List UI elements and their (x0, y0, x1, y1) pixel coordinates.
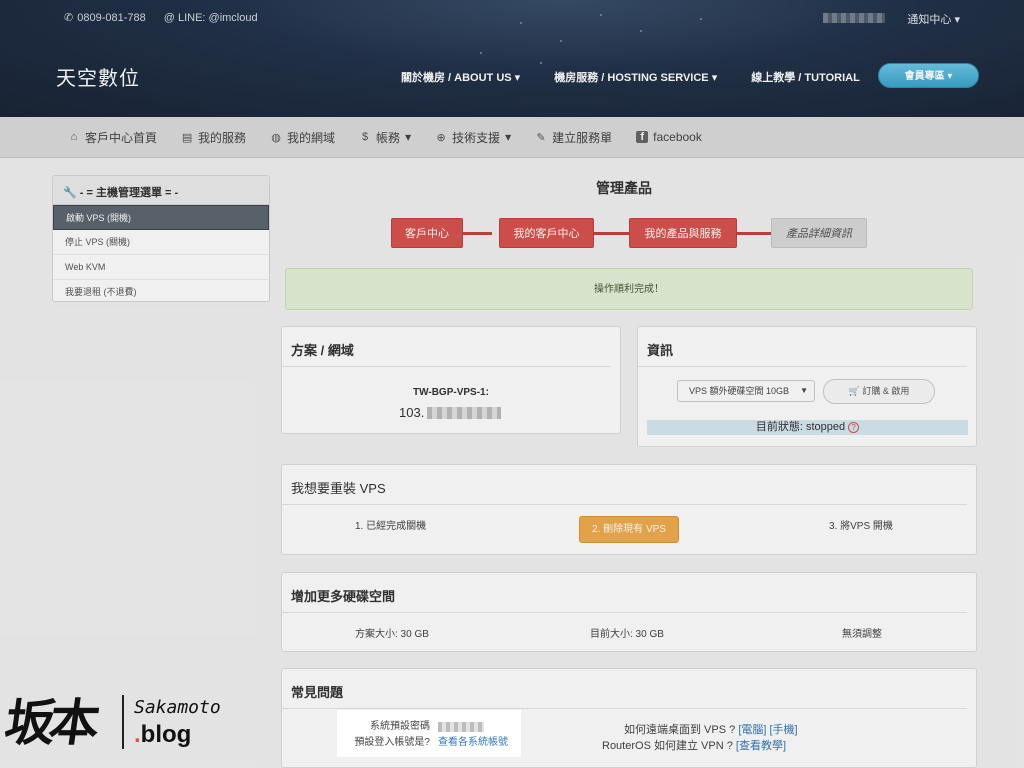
main-nav: 關於機房 / ABOUT US ▾ 機房服務 / HOSTING SERVICE… (401, 69, 860, 85)
list-icon: ▤ (181, 131, 193, 144)
globe-icon: ◍ (271, 131, 281, 144)
subnav-services[interactable]: ▤ 我的服務 (181, 129, 246, 146)
subnav-domains[interactable]: ◍ 我的網域 (270, 129, 335, 146)
breadcrumb-connector (736, 232, 772, 235)
subnav-home[interactable]: ⌂ 客戶中心首頁 (68, 129, 157, 146)
subnav-facebook[interactable]: f facebook (636, 130, 702, 144)
default-account-label: 預設登入帳號是? (354, 737, 430, 748)
edit-icon: ✎ (536, 131, 546, 144)
contact-info: ✆ 0809-081-788 @ LINE: @imcloud (64, 11, 258, 25)
password-blurred (438, 722, 484, 732)
watermark-divider (122, 695, 124, 749)
page-title: 管理產品 (596, 180, 652, 196)
phone-icon: ✆ (64, 12, 74, 24)
watermark-kanji: 坂本 (1, 693, 98, 752)
subnav-billing[interactable]: $ 帳務 ▾ (359, 129, 411, 146)
faq-rdp-mobile-link[interactable]: [手機] (770, 724, 798, 736)
plan-size: 方案大小: 30 GB (355, 629, 429, 640)
reinstall-heading: 我想要重裝 VPS (282, 465, 967, 505)
info-heading: 資訊 (638, 327, 967, 367)
nav-hosting[interactable]: 機房服務 / HOSTING SERVICE ▾ (554, 69, 717, 85)
default-password-label: 系統預設密碼 (370, 721, 430, 732)
disk-panel: 增加更多硬碟空間 (281, 572, 977, 652)
default-credentials-box: 系統預設密碼 預設登入帳號是? 查看各系統帳號 (337, 710, 521, 757)
breadcrumb-client-center[interactable]: 客戶中心 (391, 218, 463, 248)
plan-panel: 方案 / 網域 TW-BGP-VPS-1: 103. (281, 326, 621, 434)
faq-rdp: 如何遠端桌面到 VPS ? [電腦] [手機] (624, 724, 798, 736)
menu-stop-vps[interactable]: 停止 VPS (關機) (53, 230, 269, 255)
plan-ip: 103. (399, 405, 502, 420)
help-icon[interactable]: ? (848, 422, 860, 433)
disk-heading: 增加更多硬碟空間 (282, 573, 967, 613)
watermark-blog: .blog (134, 721, 192, 748)
delete-vps-button[interactable]: 2. 刪除現有 VPS (579, 516, 679, 543)
breadcrumb-product-detail: 產品詳細資訊 (771, 218, 867, 248)
home-icon: ⌂ (70, 131, 78, 143)
plan-heading: 方案 / 網域 (282, 327, 611, 367)
success-alert: 操作順利完成！ (285, 268, 973, 310)
adjust-note: 無須調整 (842, 629, 882, 640)
dollar-icon: $ (361, 131, 369, 143)
reinstall-step-3: 3. 將VPS 開機 (829, 521, 893, 532)
breadcrumb-products[interactable]: 我的產品與服務 (629, 218, 737, 248)
phone-number: 0809-081-788 (77, 11, 146, 24)
sakamoto-blog-watermark: 坂本 Sakamoto .blog (1, 683, 232, 761)
subnav-support[interactable]: ⊕ 技術支援 ▾ (435, 129, 511, 146)
username-blurred[interactable] (823, 13, 886, 23)
faq-heading: 常見問題 (282, 669, 967, 709)
reinstall-step-1: 1. 已經完成關機 (355, 521, 427, 532)
facebook-icon: f (636, 131, 649, 143)
order-activate-button[interactable]: 🛒 訂購 & 啟用 (823, 379, 935, 404)
sub-nav: ⌂ 客戶中心首頁 ▤ 我的服務 ◍ 我的網域 $ 帳務 ▾ ⊕ 技術支援 ▾ ✎ 建立服務單… (0, 117, 1024, 158)
faq-routeros: RouterOS 如何建立 VPN ? [查看教學] (602, 740, 787, 752)
breadcrumb-my-client-center[interactable]: 我的客戶中心 (499, 218, 594, 248)
breadcrumb-connector (593, 232, 629, 235)
lifebuoy-icon: ⊕ (436, 131, 446, 144)
brand-logo[interactable]: 天空數位 (56, 62, 140, 91)
menu-web-kvm[interactable]: Web KVM (53, 255, 269, 280)
member-area-button[interactable]: 會員專區 ▾ (878, 63, 979, 88)
phone-contact: ✆ 0809-081-788 (64, 11, 146, 25)
subnav-ticket[interactable]: ✎ 建立服務單 (535, 129, 613, 146)
host-menu-title: 🔧 - = 主機管理選單 = - (53, 176, 269, 205)
host-menu: 🔧 - = 主機管理選單 = - 啟動 VPS (開機) 停止 VPS (關機)… (52, 175, 270, 305)
view-accounts-link[interactable]: 查看各系統帳號 (438, 735, 508, 751)
ip-blurred (427, 406, 502, 419)
nav-about[interactable]: 關於機房 / ABOUT US ▾ (401, 69, 520, 85)
line-contact[interactable]: @ LINE: @imcloud (164, 11, 258, 24)
menu-cancel[interactable]: 我要退租 (不退費) (53, 280, 269, 305)
current-size: 目前大小: 30 GB (590, 629, 664, 640)
addon-select[interactable]: VPS 額外硬碟空間 10GB ▼ (677, 380, 815, 402)
faq-routeros-link[interactable]: [查看教學] (736, 740, 786, 752)
nav-tutorial[interactable]: 線上教學 / TUTORIAL (751, 69, 860, 85)
breadcrumb-connector (462, 232, 492, 235)
faq-rdp-pc-link[interactable]: [電腦] (738, 724, 766, 736)
account-area: 通知中心 ▾ (823, 11, 960, 27)
status-bar: 目前狀態: stopped? (647, 420, 968, 435)
wrench-icon: 🔧 (63, 187, 77, 199)
notify-menu[interactable]: 通知中心 ▾ (907, 11, 960, 27)
chevron-down-icon: ▼ (800, 386, 808, 395)
watermark-latin: Sakamoto (134, 697, 221, 718)
cart-icon: 🛒 (848, 386, 860, 396)
top-header: ✆ 0809-081-788 @ LINE: @imcloud 通知中心 ▾ 天空… (0, 0, 1024, 117)
menu-start-vps[interactable]: 啟動 VPS (開機) (53, 205, 269, 230)
plan-name: TW-BGP-VPS-1: (413, 387, 489, 398)
